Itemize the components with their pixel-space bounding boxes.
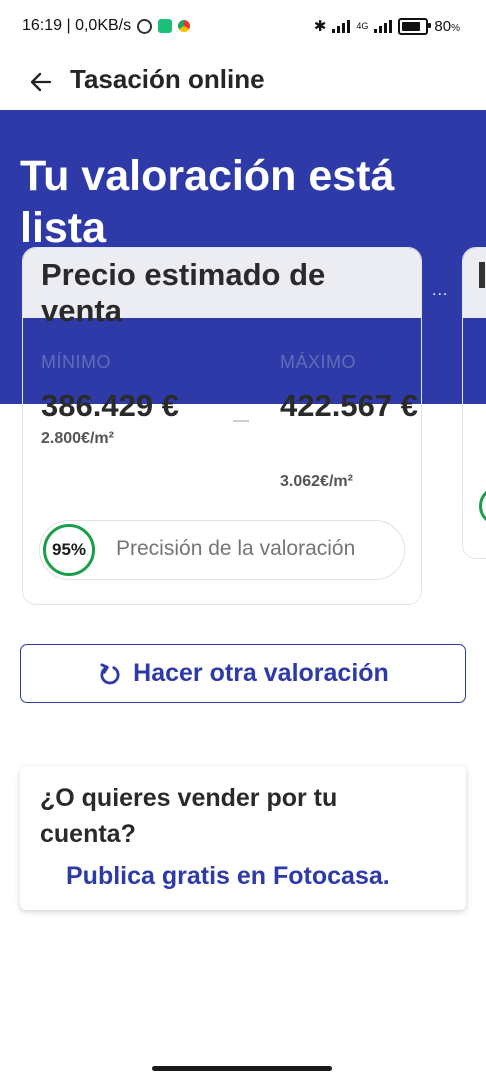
- precision-label: Precisión de la valoración: [116, 537, 356, 560]
- min-label: MÍNIMO: [41, 352, 111, 372]
- redo-valuation-label: Hacer otra valoración: [133, 659, 389, 687]
- precision-pill: 95% Precisión de la valoración: [39, 520, 405, 580]
- range-separator: [233, 420, 249, 422]
- estimate-card: Precio estimado de venta MÍNIMO 386.429 …: [22, 247, 422, 605]
- peek-title-fragment: [479, 262, 485, 288]
- redo-valuation-button[interactable]: Hacer otra valoración: [20, 644, 466, 703]
- page-title: Tasación online: [70, 64, 265, 94]
- status-right: ✱ 4G 80%: [314, 17, 460, 35]
- sell-card: ¿O quieres vender por tu cuenta? Publica…: [20, 766, 466, 910]
- status-bar: 16:19 | 0,0KB/s ✱ 4G 80%: [0, 0, 486, 56]
- battery-percent: 80%: [434, 17, 460, 35]
- alarm-icon: [137, 18, 153, 34]
- back-button[interactable]: [24, 65, 58, 99]
- sell-question: ¿O quieres vender por tu cuenta?: [40, 784, 338, 848]
- hero-title: Tu valoración está lista: [20, 152, 395, 252]
- precision-badge: 95%: [43, 524, 95, 576]
- min-per-m2: 2.800€/m²: [41, 430, 114, 447]
- refresh-icon: [100, 662, 120, 684]
- card-title: Precio estimado de venta: [41, 257, 326, 328]
- app-bar: Tasación online: [0, 56, 486, 110]
- chrome-icon: [178, 20, 191, 32]
- app-notification-icon: [158, 19, 173, 33]
- status-left: 16:19 | 0,0KB/s: [22, 17, 191, 35]
- signal-icon: [332, 19, 351, 33]
- more-dots-icon: ...: [432, 282, 449, 299]
- arrow-left-icon: [30, 72, 52, 92]
- peek-precision-ring: [479, 486, 486, 526]
- signal-icon-2: [374, 19, 393, 33]
- publish-free-link[interactable]: Publica gratis en Fotocasa.: [66, 862, 390, 891]
- network-type: 4G: [356, 21, 369, 31]
- bluetooth-icon: ✱: [313, 18, 327, 35]
- max-label: MÁXIMO: [280, 352, 357, 372]
- status-time: 16:19 | 0,0KB/s: [22, 17, 132, 34]
- battery-fill: [402, 21, 420, 31]
- next-card-peek[interactable]: [462, 247, 486, 559]
- max-value: 422.567 €: [280, 388, 418, 423]
- min-value: 386.429 €: [41, 388, 179, 423]
- battery-icon: [398, 17, 432, 35]
- home-indicator[interactable]: [152, 1066, 332, 1071]
- max-per-m2: 3.062€/m²: [280, 473, 353, 490]
